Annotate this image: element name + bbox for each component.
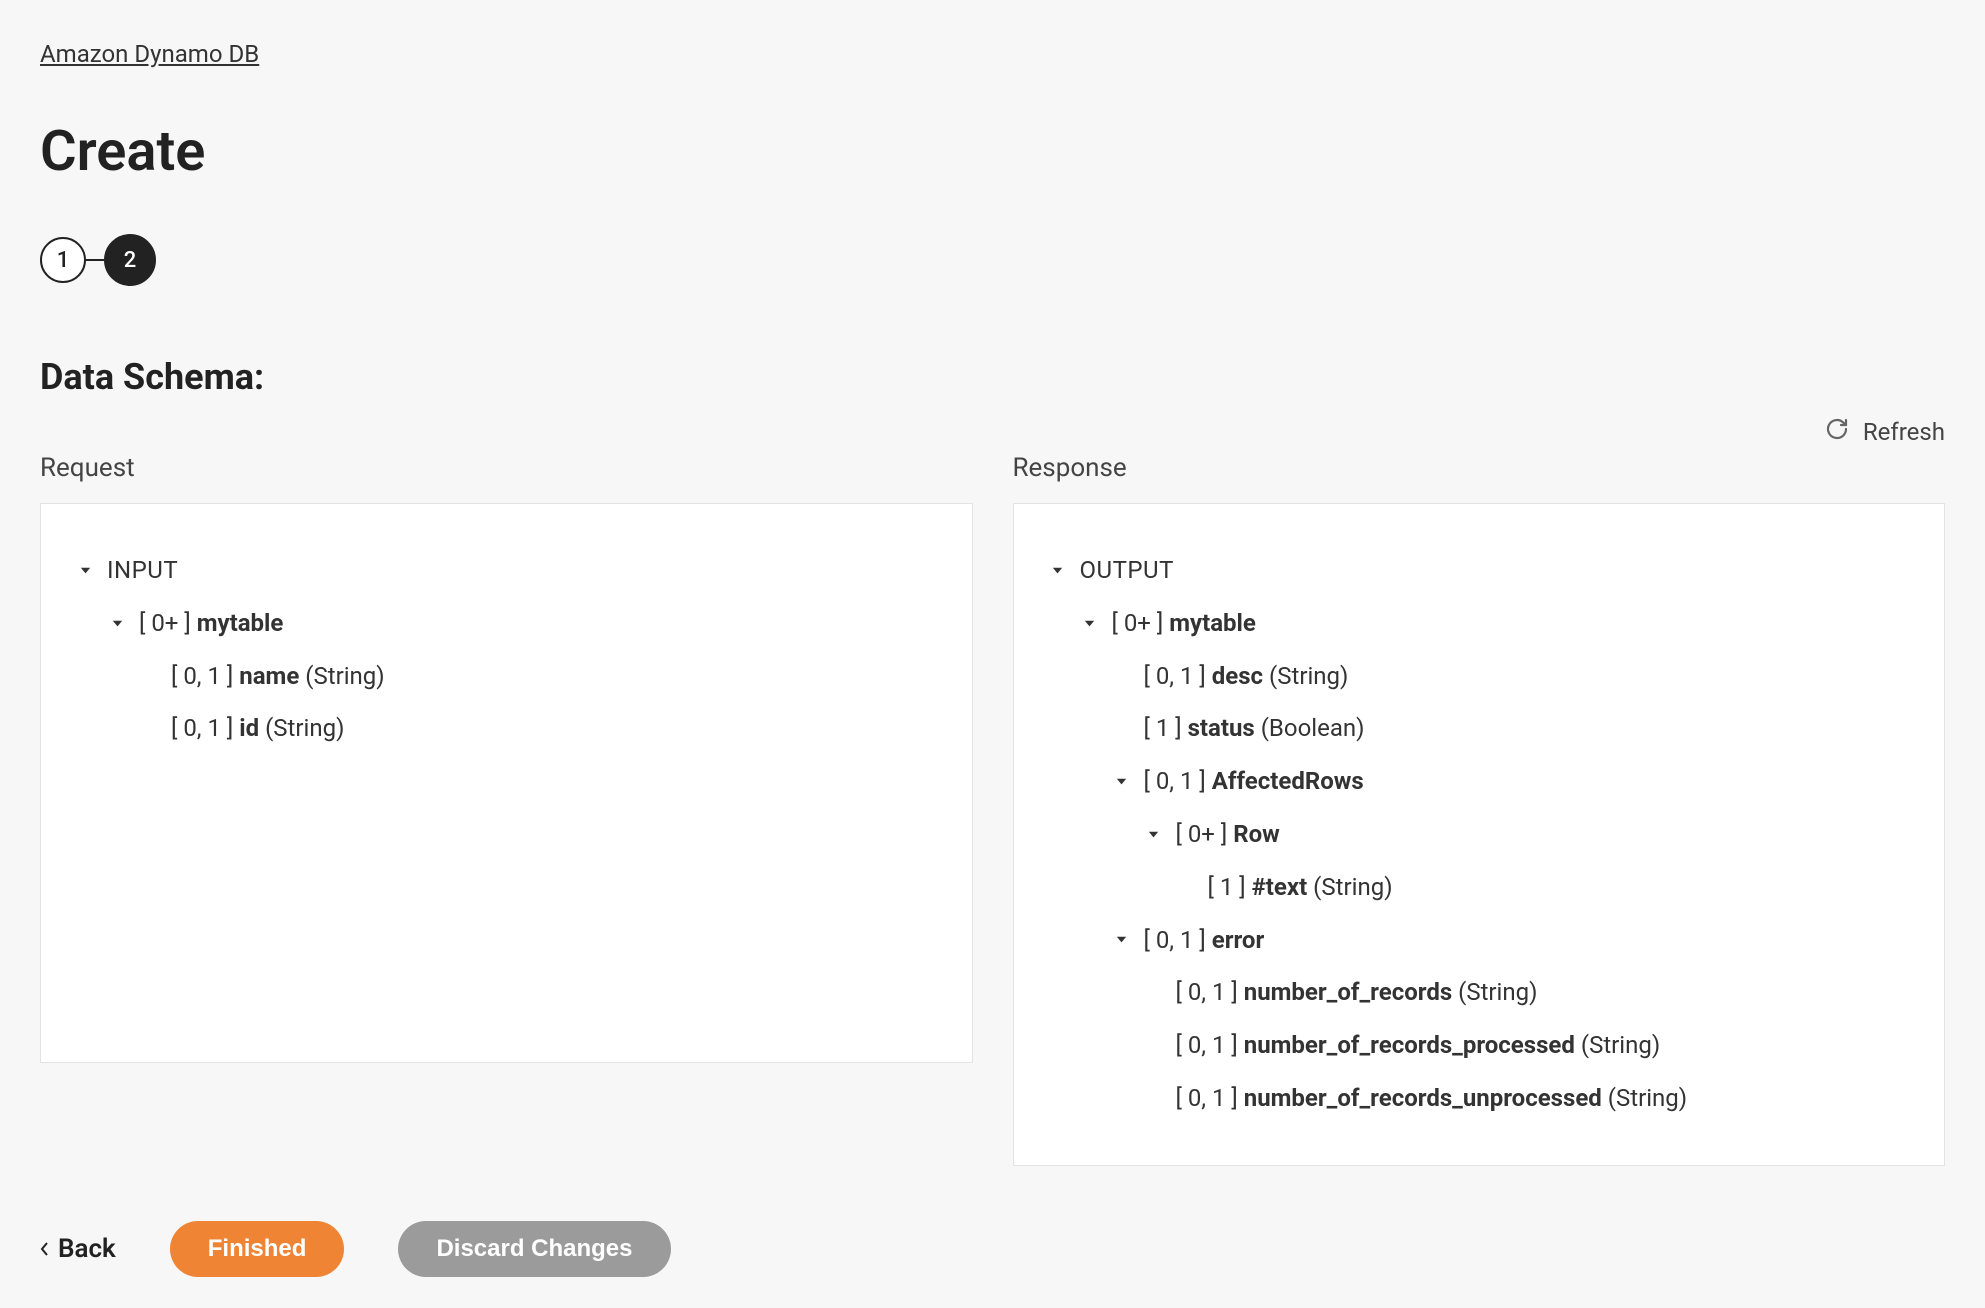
tree-row: [ 0, 1 ] id (String) [75, 702, 938, 755]
tree-row: [ 0, 1 ] number_of_records_unprocessed (… [1048, 1072, 1911, 1125]
chevron-left-icon [40, 1234, 50, 1264]
tree-item-text: [ 1 ] status (Boolean) [1144, 708, 1365, 749]
chevron-down-icon [75, 563, 95, 578]
tree-item-text: [ 0, 1 ] number_of_records_unprocessed (… [1176, 1078, 1688, 1119]
request-schema-box: INPUT [ 0+ ] mytable [ 0, 1 ] name (String… [40, 503, 973, 1063]
tree-row[interactable]: [ 0+ ] mytable [75, 597, 938, 650]
tree-row: [ 0, 1 ] number_of_records (String) [1048, 966, 1911, 1019]
tree-item-text: [ 0, 1 ] id (String) [171, 708, 344, 749]
tree-row: [ 0, 1 ] number_of_records_processed (St… [1048, 1019, 1911, 1072]
tree-row[interactable]: [ 0+ ] Row [1048, 808, 1911, 861]
tree-row[interactable]: [ 0, 1 ] error [1048, 914, 1911, 967]
refresh-button[interactable]: Refresh [1825, 417, 1945, 447]
chevron-down-icon[interactable] [1080, 616, 1100, 631]
tree-item-text: [ 0, 1 ] desc (String) [1144, 656, 1349, 697]
response-panel: Response OUTPUT [ 0+ ] mytable [ 0, 1 ] de… [1013, 453, 1946, 1166]
refresh-label: Refresh [1863, 418, 1945, 446]
tree-item-text: [ 0+ ] mytable [139, 603, 283, 644]
tree-item-text: [ 0, 1 ] AffectedRows [1144, 761, 1364, 802]
tree-root-label: INPUT [107, 550, 178, 591]
tree-row: [ 1 ] status (Boolean) [1048, 702, 1911, 755]
chevron-down-icon[interactable] [107, 616, 127, 631]
step-connector [86, 259, 104, 261]
tree-item-text: [ 1 ] #text (String) [1208, 867, 1393, 908]
stepper: 1 2 [40, 234, 1945, 286]
tree-root[interactable]: OUTPUT [1048, 544, 1911, 597]
tree-item-text: [ 0+ ] Row [1176, 814, 1280, 855]
tree-row: [ 0, 1 ] name (String) [75, 650, 938, 703]
page-title: Create [40, 118, 1945, 184]
back-button[interactable]: Back [40, 1234, 116, 1264]
chevron-down-icon[interactable] [1144, 827, 1164, 842]
tree-item-text: [ 0, 1 ] error [1144, 920, 1265, 961]
back-label: Back [58, 1234, 116, 1264]
response-schema-box: OUTPUT [ 0+ ] mytable [ 0, 1 ] desc (Strin… [1013, 503, 1946, 1166]
tree-root[interactable]: INPUT [75, 544, 938, 597]
step-2[interactable]: 2 [104, 234, 156, 286]
tree-item-text: [ 0, 1 ] name (String) [171, 656, 385, 697]
breadcrumb-link[interactable]: Amazon Dynamo DB [40, 40, 259, 68]
tree-root-label: OUTPUT [1080, 550, 1174, 591]
request-panel: Request INPUT [ 0+ ] mytable [ 0, 1 ] name… [40, 453, 973, 1166]
chevron-down-icon[interactable] [1112, 774, 1132, 789]
chevron-down-icon[interactable] [1112, 932, 1132, 947]
chevron-down-icon [1048, 563, 1068, 578]
tree-row[interactable]: [ 0, 1 ] AffectedRows [1048, 755, 1911, 808]
request-label: Request [40, 453, 135, 483]
footer-actions: Back Finished Discard Changes [40, 1221, 1945, 1277]
tree-item-text: [ 0, 1 ] number_of_records_processed (St… [1176, 1025, 1661, 1066]
tree-item-text: [ 0, 1 ] number_of_records (String) [1176, 972, 1538, 1013]
step-1[interactable]: 1 [40, 237, 86, 283]
response-label: Response [1013, 453, 1127, 483]
section-heading: Data Schema: [40, 356, 1945, 398]
finished-button[interactable]: Finished [170, 1221, 345, 1277]
tree-row: [ 0, 1 ] desc (String) [1048, 650, 1911, 703]
tree-row[interactable]: [ 0+ ] mytable [1048, 597, 1911, 650]
discard-button[interactable]: Discard Changes [398, 1221, 670, 1277]
tree-row: [ 1 ] #text (String) [1048, 861, 1911, 914]
tree-item-text: [ 0+ ] mytable [1112, 603, 1256, 644]
refresh-icon [1825, 417, 1849, 447]
